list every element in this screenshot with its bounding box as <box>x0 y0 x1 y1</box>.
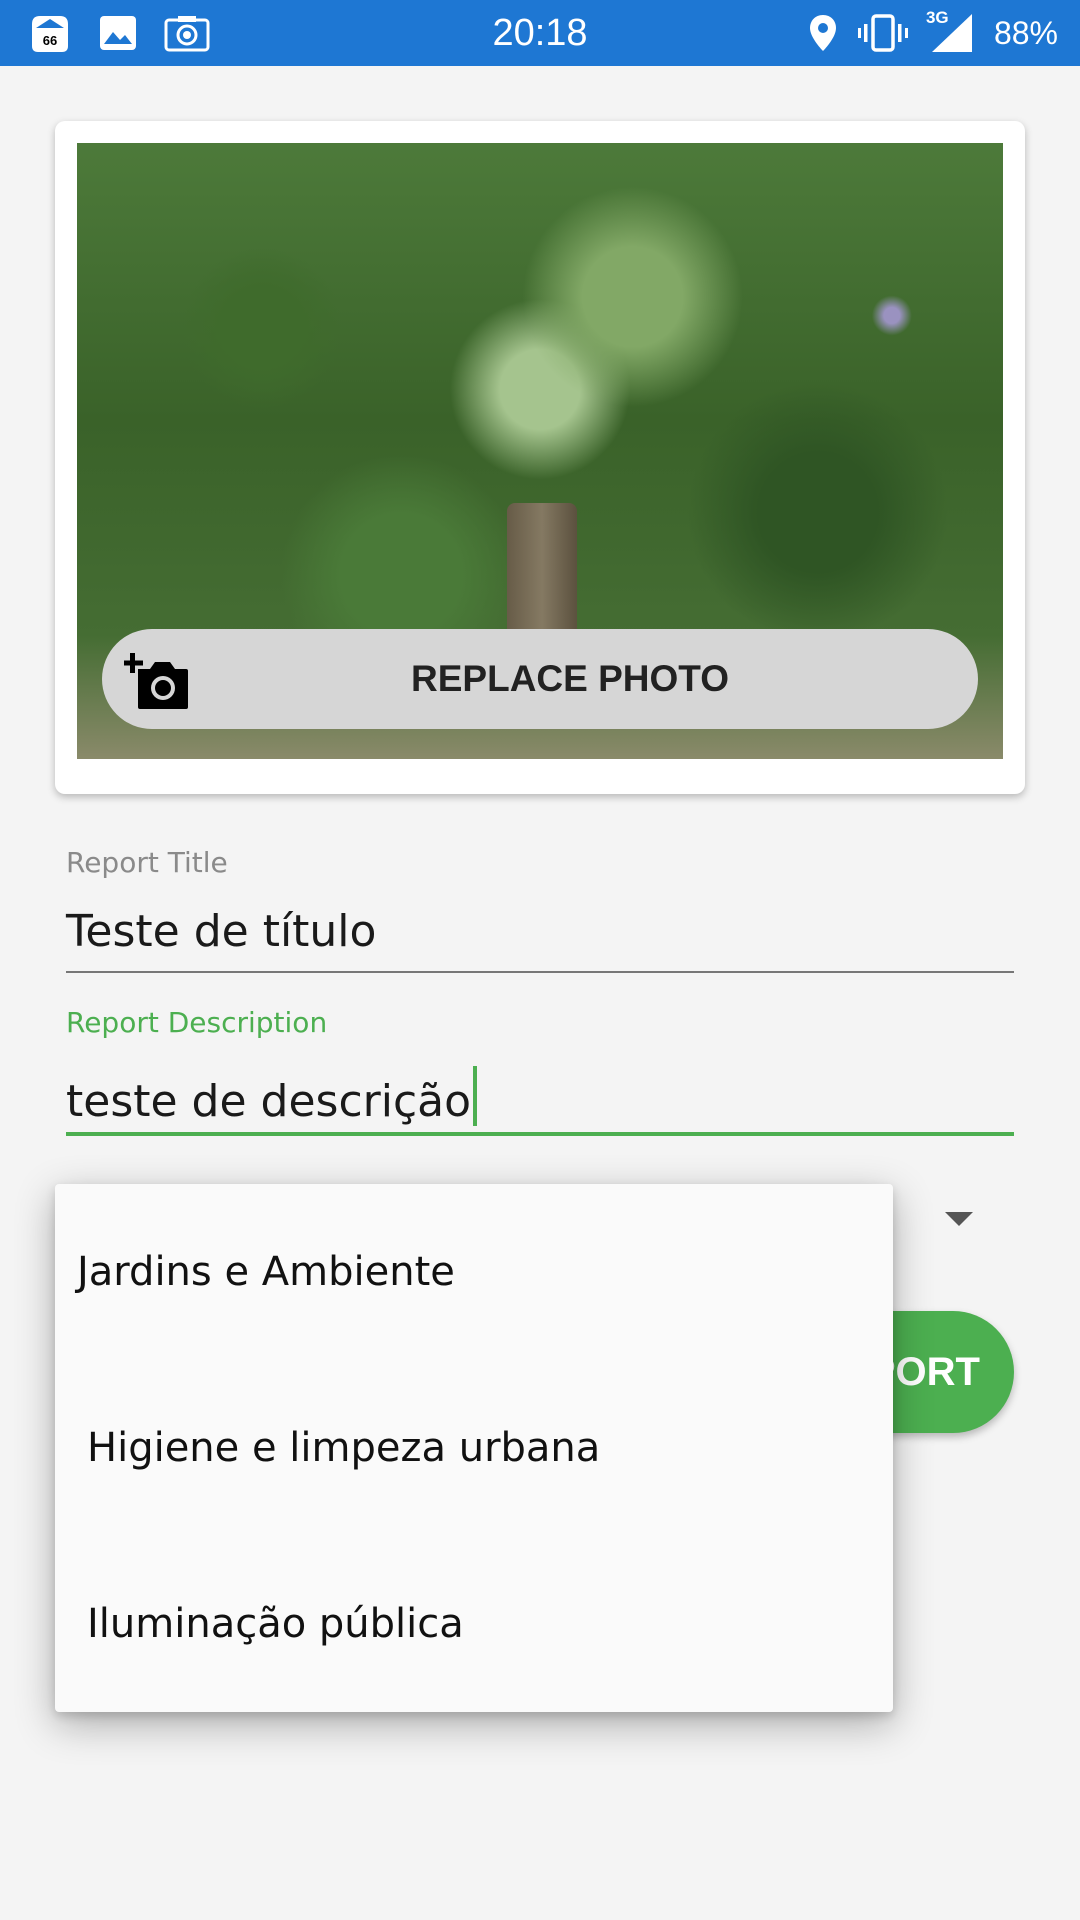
dropdown-option-iluminacao[interactable]: Iluminação pública <box>55 1536 893 1712</box>
replace-photo-label: REPLACE PHOTO <box>411 658 729 699</box>
report-title-label: Report Title <box>66 846 228 879</box>
report-description-text: teste de descrição <box>66 1076 472 1127</box>
report-title-underline <box>66 971 1014 973</box>
report-description-input[interactable]: teste de descrição <box>66 1066 478 1127</box>
location-icon <box>808 13 838 53</box>
vibrate-icon <box>857 13 908 53</box>
signal-icon: 3G <box>926 8 974 54</box>
dropdown-option-label: Iluminação pública <box>87 1601 464 1647</box>
dropdown-option-jardins[interactable]: Jardins e Ambiente <box>55 1184 893 1360</box>
report-title-input[interactable]: Teste de título <box>66 906 376 957</box>
dropdown-option-higiene[interactable]: Higiene e limpeza urbana <box>55 1360 893 1536</box>
text-cursor <box>473 1066 478 1126</box>
report-description-underline <box>66 1132 1014 1136</box>
report-description-label: Report Description <box>66 1006 328 1039</box>
dropdown-option-label: Jardins e Ambiente <box>77 1249 455 1295</box>
battery-percent: 88% <box>993 14 1058 51</box>
chevron-down-icon[interactable] <box>945 1212 973 1226</box>
replace-photo-button[interactable]: REPLACE PHOTO <box>102 629 978 729</box>
category-dropdown-menu: Jardins e Ambiente Higiene e limpeza urb… <box>55 1184 893 1712</box>
status-bar: 66 20:18 3G 88% <box>0 0 1080 66</box>
dropdown-option-label: Higiene e limpeza urbana <box>87 1425 601 1471</box>
network-type: 3G <box>925 8 949 27</box>
status-right-icons: 3G 88% <box>788 0 1058 66</box>
